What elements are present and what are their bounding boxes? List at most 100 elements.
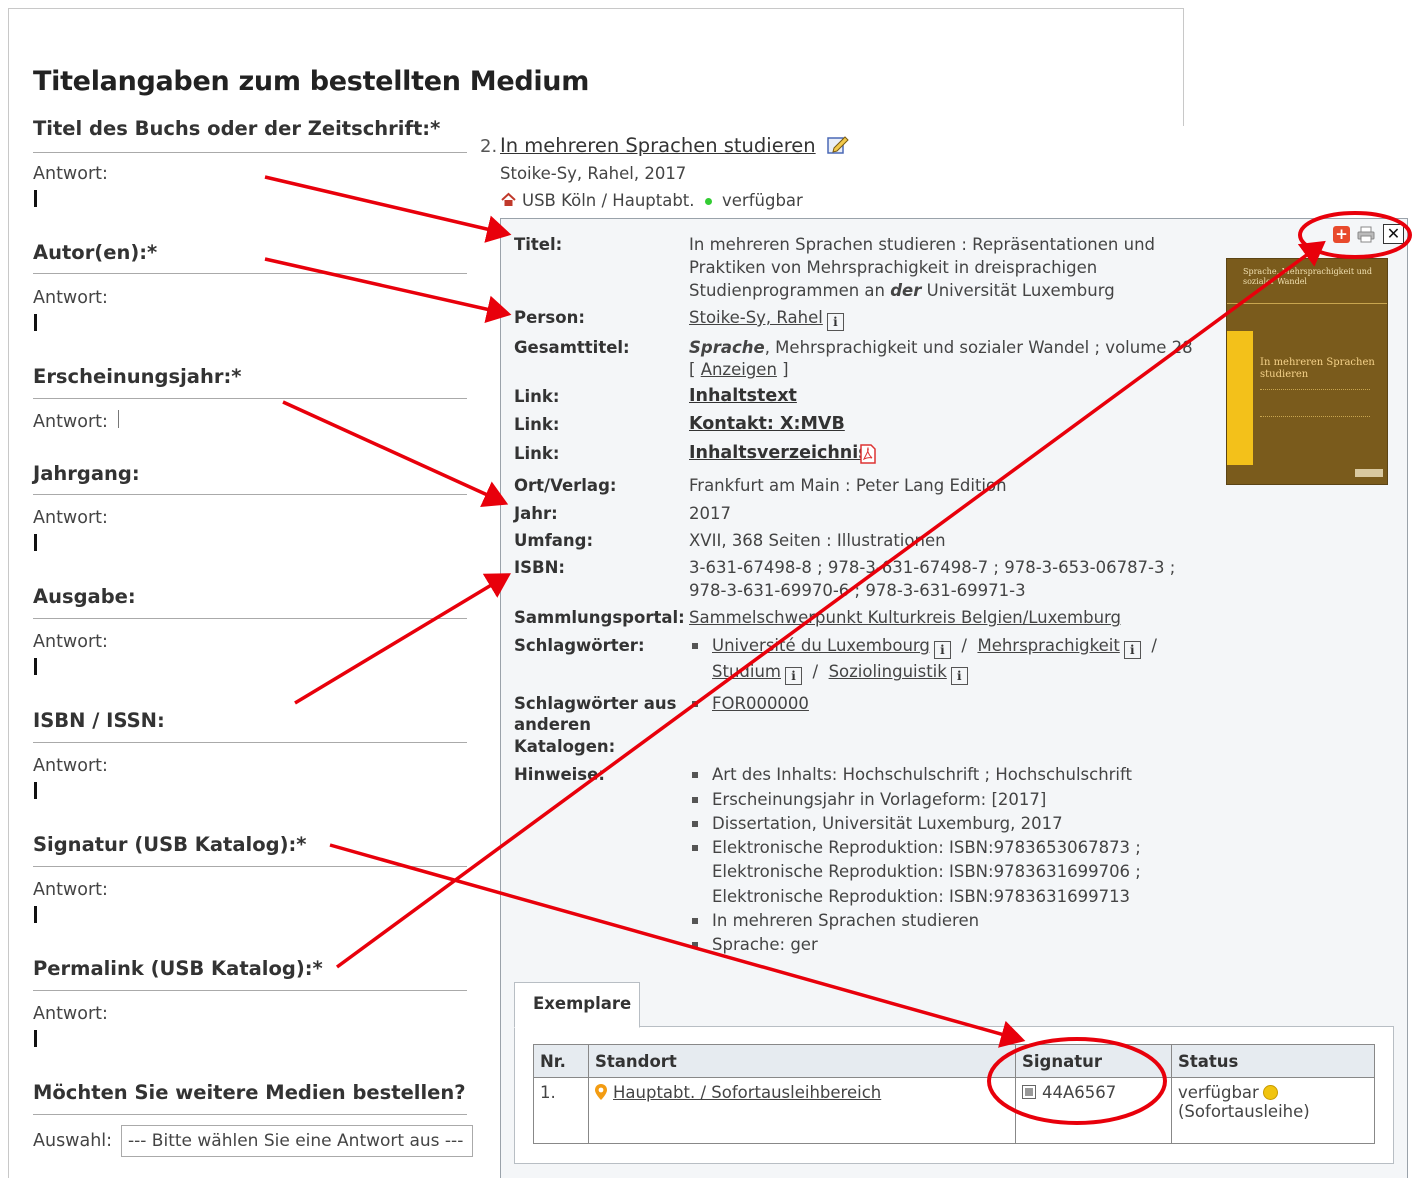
author-answer-input[interactable] [34,314,37,331]
link-inhaltsverzeichnis[interactable]: Inhaltsverzeichnis [689,443,869,463]
issue-answer-input[interactable] [34,658,37,675]
label-hinweise: Hinweise: [514,765,605,784]
permalink-answer-input[interactable] [34,1030,37,1047]
question-year-label: Erscheinungsjahr:* [33,365,242,388]
isbn-line-2: 978-3-631-69970-6 ; 978-3-631-69971-3 [689,581,1026,600]
cover-divider [1227,303,1387,304]
result-number: 2. [480,136,498,157]
tab-exemplare[interactable]: Exemplare [514,982,640,1028]
print-icon[interactable] [1357,226,1375,243]
col-signatur: Signatur [1015,1044,1172,1078]
signatur-value: 44A6567 [1042,1083,1117,1102]
ort-verlag-value: Frankfurt am Main : Peter Lang Edition [689,476,1007,495]
edit-icon[interactable] [827,135,849,155]
link-inhaltstext[interactable]: Inhaltstext [689,386,797,406]
home-icon [501,192,516,206]
schlagwoerter-line-1: Université du Luxembourg i / Mehrsprachig… [712,636,1157,659]
answer-label: Antwort: [33,508,108,528]
bullet [692,797,698,803]
question-issue-label: Ausgabe: [33,585,136,608]
cover-title-text: In mehreren Sprachen studieren [1260,357,1375,380]
titel-line-2: Praktiken von Mehrsprachigkeit in dreisp… [689,258,1098,277]
cover-subtitle-block [1260,389,1370,417]
isbn-answer-input[interactable] [34,782,37,799]
answer-label: Antwort: [33,288,108,308]
info-icon[interactable]: i [785,667,802,685]
col-nr: Nr. [533,1044,589,1078]
keyword-link[interactable]: Studium [712,662,781,681]
year-answer-input[interactable] [118,410,119,428]
col-standort: Standort [588,1044,1016,1078]
bullet [692,821,698,827]
question-signature-label: Signatur (USB Katalog):* [33,833,307,856]
answer-label: Antwort: [33,1004,108,1024]
signature-answer-input[interactable] [34,906,37,923]
pdf-icon[interactable] [859,444,877,464]
link-kontakt[interactable]: Kontakt: X:MVB [689,414,845,434]
volume-answer-input[interactable] [34,534,37,551]
add-to-list-icon[interactable]: + [1333,226,1350,243]
bullet [692,643,698,649]
divider [33,398,467,399]
standort-link[interactable]: Hauptabt. / Sofortausleihbereich [613,1083,881,1102]
info-icon[interactable]: i [1123,641,1141,659]
hinweis-item: Art des Inhalts: Hochschulschrift ; Hoch… [712,765,1133,784]
gesamttitel-value: Sprache, Mehrsprachigkeit und sozialer W… [689,338,1193,357]
answer-label: Antwort: [33,632,108,652]
keyword-link[interactable]: FOR000000 [712,694,809,713]
label-gesamttitel: Gesamttitel: [514,338,630,357]
label-titel: Titel: [514,235,563,254]
bullet [692,772,698,778]
answer-label: Antwort: [33,164,108,184]
label-isbn: ISBN: [514,558,566,577]
hinweis-item: Erscheinungsjahr in Vorlageform: [2017] [712,790,1047,809]
result-location: USB Köln / Hauptabt. [522,191,695,210]
cell-standort: Hauptabt. / Sofortausleihbereich [588,1077,1016,1144]
label-umfang: Umfang: [514,531,594,550]
cell-nr: 1. [533,1077,589,1144]
sammlungsportal-link[interactable]: Sammelschwerpunkt Kulturkreis Belgien/Lu… [689,608,1121,627]
select-label: Auswahl: [33,1131,113,1151]
info-icon[interactable]: i [950,667,968,685]
call-number-icon [1022,1085,1036,1099]
status-value: verfügbar [1178,1083,1259,1102]
anzeigen-line: [ Anzeigen ] [689,360,789,379]
availability-dot-icon [705,198,712,205]
bullet [692,845,698,851]
keyword-link[interactable]: Université du Luxembourg [712,636,930,655]
label-schlagwoerter: Schlagwörter: [514,636,645,655]
cover-band [1227,331,1253,465]
keyword-link[interactable]: Mehrsprachigkeit [977,636,1119,655]
info-icon[interactable]: i [826,313,844,331]
info-icon[interactable]: i [933,641,951,659]
cell-signatur: 44A6567 [1015,1077,1172,1144]
schlagwoerter-line-2: Studium i / Soziolinguistik i [712,662,968,685]
bullet [692,701,698,707]
divider [33,866,467,867]
smiley-icon [1262,1085,1278,1100]
cover-series-text: Sprache, Mehrsprachigkeit und sozialer W… [1243,267,1373,286]
answer-label: Antwort: [33,412,108,432]
hinweis-item: Sprache: ger [712,935,818,954]
umfang-value: XVII, 368 Seiten : Illustrationen [689,531,946,550]
keyword-link[interactable]: Soziolinguistik [829,662,947,681]
hinweis-item: Dissertation, Universität Luxemburg, 201… [712,814,1063,833]
hinweis-item: Elektronische Reproduktion: ISBN:9783631… [712,887,1131,906]
title-answer-input[interactable] [34,190,37,207]
book-cover-image[interactable]: Sprache, Mehrsprachigkeit und sozialer W… [1226,258,1388,485]
label-link: Link: [514,387,560,406]
person-link[interactable]: Stoike-Sy, Rahel [689,308,823,327]
anzeigen-link[interactable]: Anzeigen [701,360,777,379]
table-row: 1. Hauptabt. / Sofortausleihbereich 44A6… [533,1077,1375,1144]
table-header-row: Nr. Standort Signatur Status [533,1044,1375,1078]
label-jahr: Jahr: [514,504,558,523]
question-author-label: Autor(en):* [33,241,158,264]
jahr-value: 2017 [689,504,731,523]
result-title-link[interactable]: In mehreren Sprachen studieren [500,134,816,157]
close-icon[interactable]: ✕ [1383,224,1404,244]
label-schlagwoerter-andere: Schlagwörter aus [514,694,677,713]
answer-label: Antwort: [33,880,108,900]
more-media-select[interactable]: --- Bitte wählen Sie eine Antwort aus --… [121,1125,473,1157]
divider [33,742,467,743]
status-detail: (Sofortausleihe) [1178,1102,1310,1121]
